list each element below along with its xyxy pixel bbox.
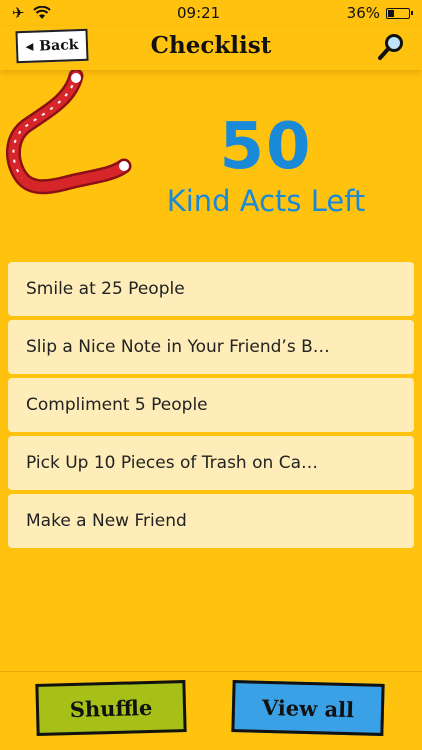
search-icon[interactable] [376,32,406,62]
nav-bar: ◀ Back Checklist [0,26,422,70]
bottom-toolbar: Shuffle View all [0,671,422,750]
checklist: Smile at 25 People Slip a Nice Note in Y… [8,262,414,552]
shuffle-button[interactable]: Shuffle [35,680,187,736]
list-item[interactable]: Compliment 5 People [8,378,414,432]
list-item[interactable]: Make a New Friend [8,494,414,548]
wifi-icon [32,6,51,19]
status-left: ✈ [12,4,51,22]
battery-percent: 36% [346,4,380,22]
list-item[interactable]: Slip a Nice Note in Your Friend’s B… [8,320,414,374]
status-time: 09:21 [177,4,221,22]
battery-icon [386,7,413,19]
list-item[interactable]: Pick Up 10 Pieces of Trash on Ca… [8,436,414,490]
battery-fill [388,9,394,17]
page-title: Checklist [150,32,272,59]
airplane-icon: ✈ [12,4,25,22]
status-right: 36% [346,4,413,22]
acts-left-label: Kind Acts Left [166,184,366,218]
status-bar: ✈ 09:21 36% [0,0,422,26]
acts-left-count: 50 [219,110,313,184]
hero: 50 Kind Acts Left [0,70,422,250]
list-item[interactable]: Smile at 25 People [8,262,414,316]
view-all-button[interactable]: View all [231,680,385,736]
